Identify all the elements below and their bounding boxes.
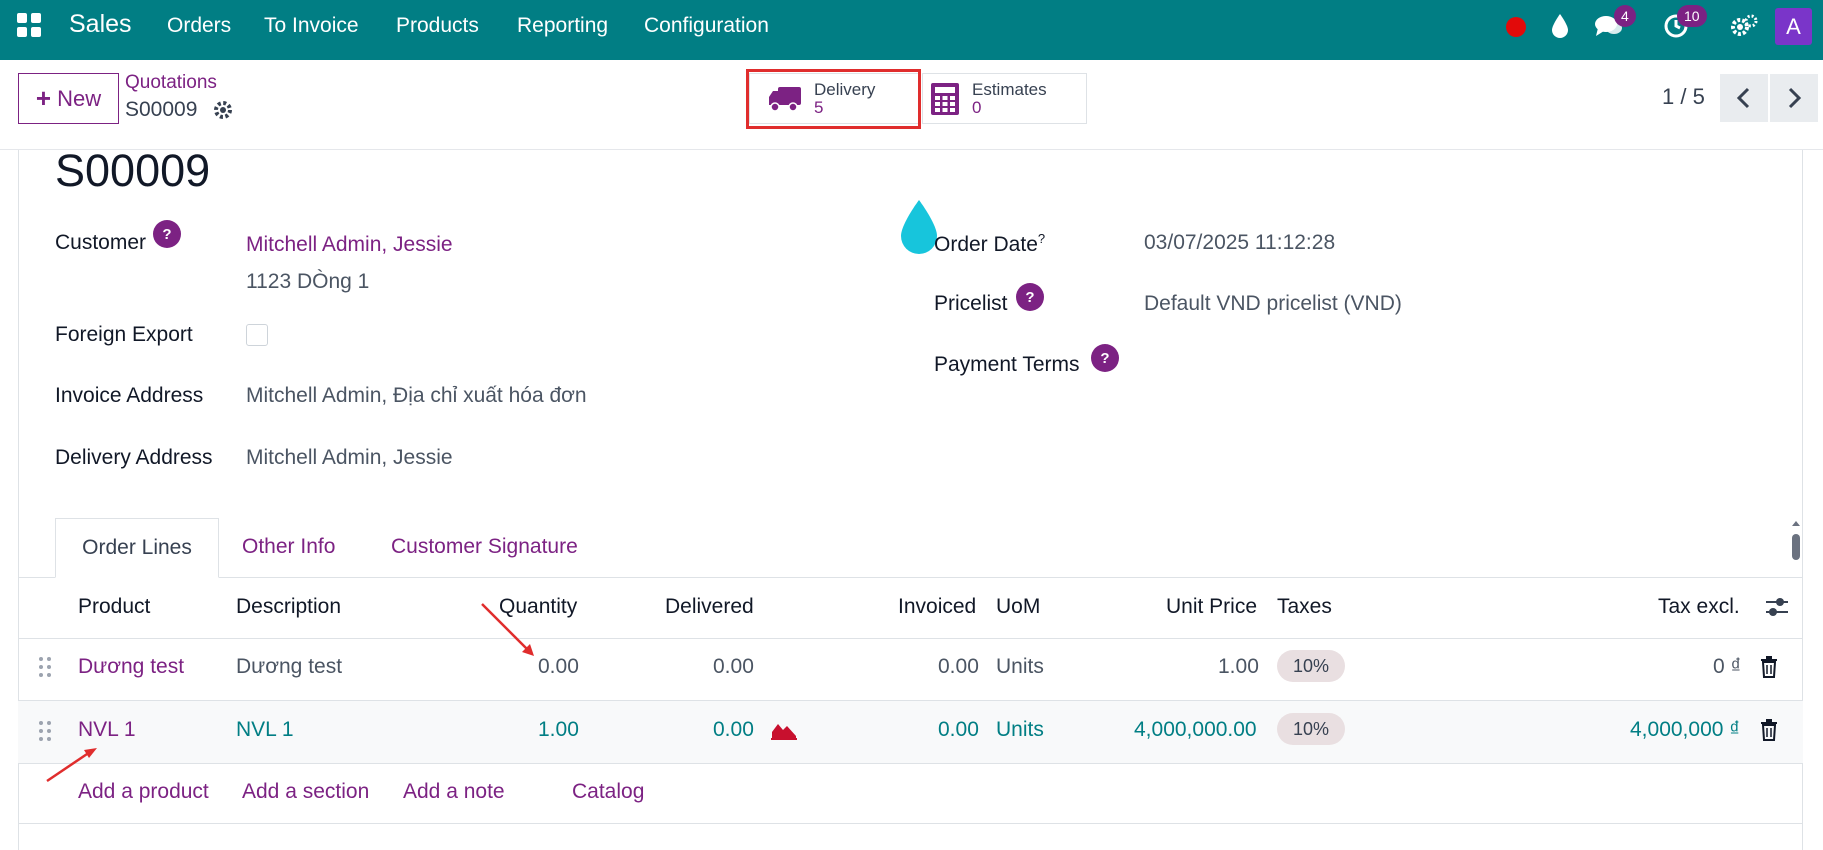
menu-to-invoice[interactable]: To Invoice: [264, 14, 359, 38]
gear-icon[interactable]: [212, 99, 234, 121]
row-subtotal: 4,000,000 ₫: [1630, 718, 1741, 741]
settings-gears-icon[interactable]: [1730, 13, 1758, 39]
row-uom[interactable]: Units: [996, 718, 1044, 742]
pricelist-value[interactable]: Default VND pricelist (VND): [1144, 292, 1402, 316]
pricelist-label: Pricelist: [934, 292, 1008, 315]
payment-terms-help-icon[interactable]: ?: [1091, 344, 1119, 372]
payment-terms-label: Payment Terms: [934, 353, 1080, 376]
row-product[interactable]: NVL 1: [78, 718, 136, 742]
col-header-description[interactable]: Description: [236, 595, 341, 619]
menu-configuration[interactable]: Configuration: [644, 14, 769, 38]
tab-order-lines[interactable]: Order Lines: [55, 518, 219, 578]
pager-value: 1 / 5: [1662, 84, 1705, 109]
row-description[interactable]: Dương test: [236, 655, 342, 679]
new-button[interactable]: + New: [18, 73, 119, 124]
pricelist-help-icon[interactable]: ?: [1016, 283, 1044, 311]
breadcrumb-quotations[interactable]: Quotations: [125, 72, 217, 94]
drag-handle-icon[interactable]: [38, 720, 52, 742]
apps-menu-icon[interactable]: [17, 13, 41, 37]
col-header-product[interactable]: Product: [78, 595, 150, 619]
chevron-right-icon: [1788, 87, 1802, 109]
annotation-arrow-product: [46, 748, 97, 783]
foreign-export-label: Foreign Export: [55, 323, 193, 346]
row-tax-badge[interactable]: 10%: [1277, 650, 1345, 682]
add-note-link[interactable]: Add a note: [403, 780, 505, 804]
pager-previous-button[interactable]: [1720, 74, 1768, 122]
user-avatar[interactable]: A: [1775, 8, 1812, 45]
top-navbar: Sales Orders To Invoice Products Reporti…: [0, 0, 1823, 60]
row-uom[interactable]: Units: [996, 655, 1044, 679]
row-divider: [18, 763, 1803, 764]
optional-columns-icon[interactable]: [1765, 596, 1789, 618]
messages-badge: 4: [1614, 5, 1636, 27]
drag-handle-icon[interactable]: [38, 656, 52, 678]
col-header-uom[interactable]: UoM: [996, 595, 1040, 619]
footer-divider: [18, 823, 1803, 824]
trash-icon[interactable]: [1759, 719, 1779, 741]
delivery-highlight-box: [746, 69, 921, 129]
plus-icon: +: [35, 83, 52, 113]
app-brand[interactable]: Sales: [69, 10, 132, 39]
row-quantity[interactable]: 0.00: [538, 655, 579, 679]
pager-next-button[interactable]: [1770, 74, 1818, 122]
row-unit-price[interactable]: 1.00: [1218, 655, 1259, 679]
annotation-arrow-quantity: [481, 603, 534, 656]
order-date-value[interactable]: 03/07/2025 11:12:28: [1144, 231, 1335, 255]
customer-label: Customer: [55, 231, 147, 254]
order-date-label: Order Date?: [934, 231, 1045, 257]
col-header-delivered[interactable]: Delivered: [665, 595, 754, 619]
menu-reporting[interactable]: Reporting: [517, 14, 608, 38]
delivery-address-label: Delivery Address: [55, 446, 213, 469]
col-header-taxes[interactable]: Taxes: [1277, 595, 1332, 619]
row-description[interactable]: NVL 1: [236, 718, 294, 742]
breadcrumb-current: S00009: [125, 98, 198, 121]
record-dot-icon[interactable]: [1506, 17, 1526, 37]
row-delivered[interactable]: 0.00: [713, 718, 754, 742]
row-product[interactable]: Dương test: [78, 655, 184, 679]
record-title: S00009: [55, 145, 211, 196]
row-invoiced: 0.00: [938, 655, 979, 678]
catalog-link[interactable]: Catalog: [572, 780, 644, 804]
delivery-address-value[interactable]: Mitchell Admin, Jessie: [246, 446, 453, 470]
col-header-tax-excl[interactable]: Tax excl.: [1658, 595, 1740, 619]
row-quantity[interactable]: 1.00: [538, 718, 579, 742]
estimates-smart-button[interactable]: Estimates 0: [922, 73, 1087, 124]
scrollbar[interactable]: [1790, 520, 1802, 565]
menu-products[interactable]: Products: [396, 14, 479, 38]
trash-icon[interactable]: [1759, 656, 1779, 678]
estimates-label: Estimates: [972, 79, 1047, 99]
activities-badge: 10: [1677, 5, 1707, 27]
order-date-help-mark: ?: [1037, 231, 1046, 246]
order-date-label-text: Order Date: [934, 233, 1038, 256]
tab-customer-signature[interactable]: Customer Signature: [391, 535, 578, 559]
drop-icon[interactable]: [1549, 12, 1571, 40]
row-invoiced: 0.00: [938, 718, 979, 741]
col-header-invoiced[interactable]: Invoiced: [898, 595, 976, 619]
add-section-link[interactable]: Add a section: [242, 780, 369, 804]
calculator-icon: [931, 82, 959, 115]
foreign-export-checkbox[interactable]: [246, 324, 268, 346]
row-tax-badge[interactable]: 10%: [1277, 713, 1345, 745]
new-button-label: New: [57, 85, 102, 111]
forecast-chart-icon[interactable]: [771, 720, 797, 740]
invoice-address-label: Invoice Address: [55, 384, 204, 407]
col-header-unit-price[interactable]: Unit Price: [1166, 595, 1257, 619]
invoice-address-value[interactable]: Mitchell Admin, Địa chỉ xuất hóa đơn: [246, 384, 587, 408]
menu-orders[interactable]: Orders: [167, 14, 231, 38]
customer-help-icon[interactable]: ?: [153, 220, 181, 248]
customer-address: 1123 DÒng 1: [246, 270, 370, 293]
customer-name-link[interactable]: Mitchell Admin, Jessie: [246, 233, 453, 257]
row-unit-price[interactable]: 4,000,000.00: [1134, 718, 1257, 742]
row-subtotal: 0 ₫: [1713, 655, 1742, 678]
header-divider: [18, 638, 1803, 639]
chevron-left-icon: [1736, 87, 1750, 109]
tab-other-info[interactable]: Other Info: [242, 535, 335, 559]
estimates-count: 0: [972, 97, 982, 117]
row-delivered[interactable]: 0.00: [713, 655, 754, 679]
tabs-divider: [18, 577, 1803, 578]
